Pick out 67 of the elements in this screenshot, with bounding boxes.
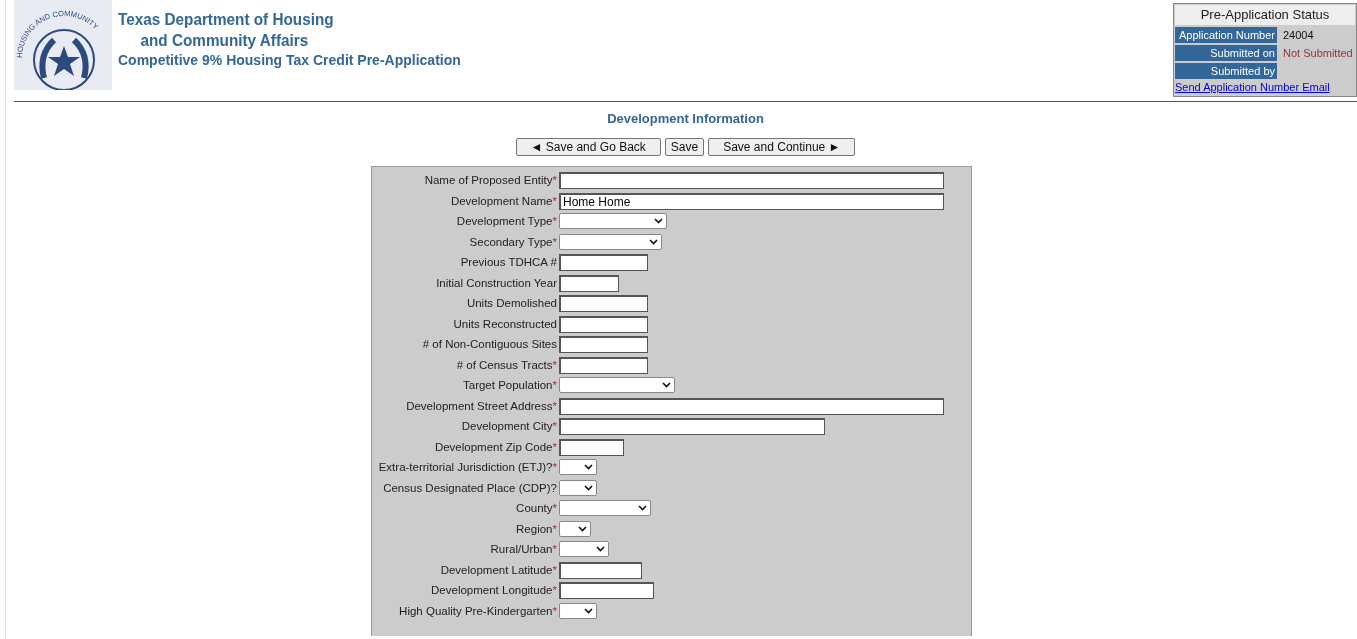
field-label: Target Population*: [462, 379, 558, 392]
input-field[interactable]: [559, 582, 654, 600]
field-label: Development Name*: [449, 194, 558, 207]
agency-name: and Community Affairs: [139, 30, 310, 51]
dropdown[interactable]: [559, 459, 597, 476]
status-title: Pre-Application Status: [1175, 5, 1355, 25]
field-label: Name of Proposed Entity*: [423, 174, 558, 187]
chevron-down-icon: [578, 525, 587, 532]
field-label: Development Longitude*: [430, 584, 558, 597]
field-label: Secondary Type*: [468, 235, 558, 248]
input-field[interactable]: [559, 397, 944, 415]
field-label: High Quality Pre-Kindergarten*: [398, 604, 558, 617]
input-field[interactable]: [559, 254, 648, 272]
status-label: Submitted on: [1175, 45, 1277, 61]
status-label: Application Number: [1175, 27, 1277, 43]
dropdown[interactable]: [559, 500, 651, 517]
chevron-down-icon: [638, 505, 647, 512]
chevron-down-icon: [596, 546, 605, 553]
field-label: County*: [515, 502, 558, 515]
field-label: Previous TDHCA #: [459, 256, 558, 269]
field-label: Units Demolished: [465, 297, 558, 310]
dropdown[interactable]: [559, 213, 667, 230]
agency-name: Texas Department of Housing: [118, 9, 335, 30]
dropdown[interactable]: [559, 377, 675, 394]
chevron-down-icon: [584, 607, 593, 614]
field-label: Units Reconstructed: [452, 317, 558, 330]
dropdown[interactable]: [559, 541, 609, 558]
dropdown[interactable]: [559, 602, 597, 619]
field-label: # of Non-Contiguous Sites: [421, 338, 558, 351]
input-field[interactable]: [559, 356, 648, 374]
field-label: Rural/Urban*: [489, 543, 558, 556]
input-field[interactable]: [559, 315, 648, 333]
status-value: 24004: [1282, 28, 1314, 43]
save-button[interactable]: ◄ Save and Go Back: [515, 138, 661, 156]
chevron-down-icon: [662, 382, 671, 389]
input-field[interactable]: [559, 418, 825, 436]
section-title: Development Information: [606, 111, 765, 126]
field-label: Development Street Address*: [405, 399, 558, 412]
save-button[interactable]: Save: [664, 138, 705, 156]
chevron-down-icon: [654, 218, 663, 225]
chevron-down-icon: [584, 484, 593, 491]
field-label: Development Latitude*: [439, 563, 558, 576]
chevron-down-icon: [584, 464, 593, 471]
field-label: Initial Construction Year: [435, 276, 558, 289]
field-label: # of Census Tracts*: [455, 358, 558, 371]
dropdown[interactable]: [559, 233, 662, 250]
dropdown[interactable]: [559, 520, 591, 537]
status-value: Not Submitted: [1282, 46, 1353, 61]
input-field[interactable]: [559, 336, 648, 354]
field-label: Development Type*: [455, 215, 558, 228]
input-field[interactable]: [559, 274, 619, 292]
field-label: Region*: [515, 522, 558, 535]
dropdown[interactable]: [559, 479, 597, 496]
field-label: Development Zip Code*: [433, 440, 558, 453]
page-subtitle: Competitive 9% Housing Tax Credit Pre-Application: [118, 51, 461, 69]
input-field[interactable]: [559, 438, 624, 456]
field-label: Census Designated Place (CDP)?: [382, 481, 558, 494]
input-field[interactable]: [559, 172, 944, 190]
field-label: Extra-territorial Jurisdiction (ETJ)?*: [377, 461, 558, 474]
input-field[interactable]: [559, 295, 648, 313]
status-label: Submitted by: [1175, 63, 1277, 79]
email-link[interactable]: Send Application Number Email: [1175, 81, 1330, 93]
field-label: Development City*: [460, 420, 558, 433]
input-field[interactable]: Home Home: [559, 192, 944, 210]
chevron-down-icon: [649, 238, 658, 245]
save-button[interactable]: Save and Continue ►: [708, 138, 856, 156]
input-field[interactable]: [559, 561, 642, 579]
